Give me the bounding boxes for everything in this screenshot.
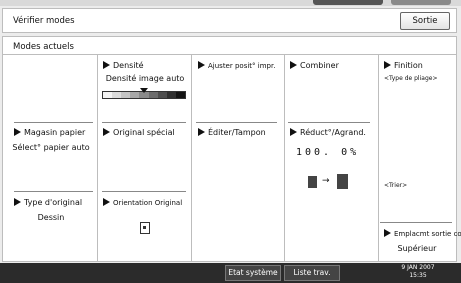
date: 9 JAN 2007: [401, 264, 435, 271]
arrow-icon: [198, 128, 205, 136]
output-tray-label: Emplacmt sortie cop.: [384, 229, 461, 238]
density-value-cell: Densité image auto: [100, 74, 190, 83]
edit-stamp-setting[interactable]: Éditer/Tampon: [198, 128, 266, 137]
output-tray-setting[interactable]: Emplacmt sortie cop.: [384, 229, 461, 238]
top-tab: [313, 0, 383, 5]
separator: [14, 191, 93, 192]
original-type-label: Type d'original: [14, 198, 82, 207]
system-status-button[interactable]: Etat système: [225, 265, 281, 281]
divider: [3, 54, 456, 55]
orientation-icon: [140, 222, 150, 234]
status-bar: Etat système Liste trav. 9 JAN 2007 15:3…: [0, 263, 461, 283]
original-orientation-label: Orientation Original: [103, 198, 182, 207]
paper-tray-value: Sélect° papier auto: [12, 143, 90, 152]
time: 15:35: [409, 272, 427, 279]
column-divider: [191, 55, 192, 261]
separator: [288, 122, 370, 123]
finishing-label: Finition: [384, 61, 423, 70]
edit-stamp-label: Éditer/Tampon: [198, 128, 266, 137]
exit-button[interactable]: Sortie: [400, 12, 450, 30]
panel-heading: Modes actuels: [13, 42, 74, 52]
arrow-icon: [103, 128, 110, 136]
density-value: Densité image auto: [105, 74, 185, 83]
separator: [196, 122, 277, 123]
combine-label: Combiner: [290, 61, 339, 70]
arrow-icon: [384, 61, 391, 69]
column-divider: [97, 55, 98, 261]
arrow-icon: [14, 128, 21, 136]
density-setting[interactable]: Densité: [103, 61, 193, 70]
density-marker-icon: [140, 88, 148, 93]
arrow-icon: [198, 61, 205, 69]
output-tray-value: Supérieur: [397, 244, 437, 253]
arrow-icon: [290, 61, 297, 69]
arrow-icon: [103, 198, 110, 206]
original-type-setting[interactable]: Type d'original: [14, 198, 82, 207]
window-title: Vérifier modes: [13, 16, 75, 26]
separator: [14, 122, 93, 123]
job-list-button[interactable]: Liste trav.: [284, 265, 340, 281]
arrow-icon: [103, 61, 110, 69]
special-original-label: Original spécial: [103, 128, 175, 137]
top-strip: [0, 0, 461, 6]
fold-type-value: <Type de pliage>: [384, 75, 438, 82]
title-bar: Vérifier modes Sortie: [2, 8, 457, 33]
separator: [380, 222, 452, 223]
original-orientation-setting[interactable]: Orientation Original: [103, 198, 182, 207]
original-document-icon: [308, 176, 317, 188]
separator: [102, 122, 186, 123]
ratio-value: 100. 0%: [296, 147, 360, 158]
finishing-setting[interactable]: Finition: [384, 61, 423, 70]
separator: [102, 191, 186, 192]
arrow-icon: [290, 128, 297, 136]
special-original-setting[interactable]: Original spécial: [103, 128, 175, 137]
date-time: 9 JAN 2007 15:35: [387, 264, 449, 280]
column-divider: [284, 55, 285, 261]
reduce-enlarge-setting[interactable]: Réduct°/Agrand.: [290, 128, 366, 137]
density-label: Densité: [103, 61, 193, 70]
paper-tray-label: Magasin papier: [14, 128, 85, 137]
paper-tray-setting[interactable]: Magasin papier: [14, 128, 85, 137]
arrow-icon: [14, 198, 21, 206]
sort-value: <Trier>: [384, 182, 408, 189]
top-tab: [391, 0, 451, 5]
arrow-right-icon: →: [322, 176, 330, 186]
reduce-enlarge-label: Réduct°/Agrand.: [290, 128, 366, 137]
arrow-icon: [384, 229, 391, 237]
combine-setting[interactable]: Combiner: [290, 61, 339, 70]
adjust-position-label: Ajuster posit° impr.: [198, 61, 275, 70]
copy-document-icon: [337, 174, 348, 189]
column-divider: [378, 55, 379, 261]
adjust-position-setting[interactable]: Ajuster posit° impr.: [198, 61, 275, 70]
original-type-value: Dessin: [37, 213, 65, 222]
